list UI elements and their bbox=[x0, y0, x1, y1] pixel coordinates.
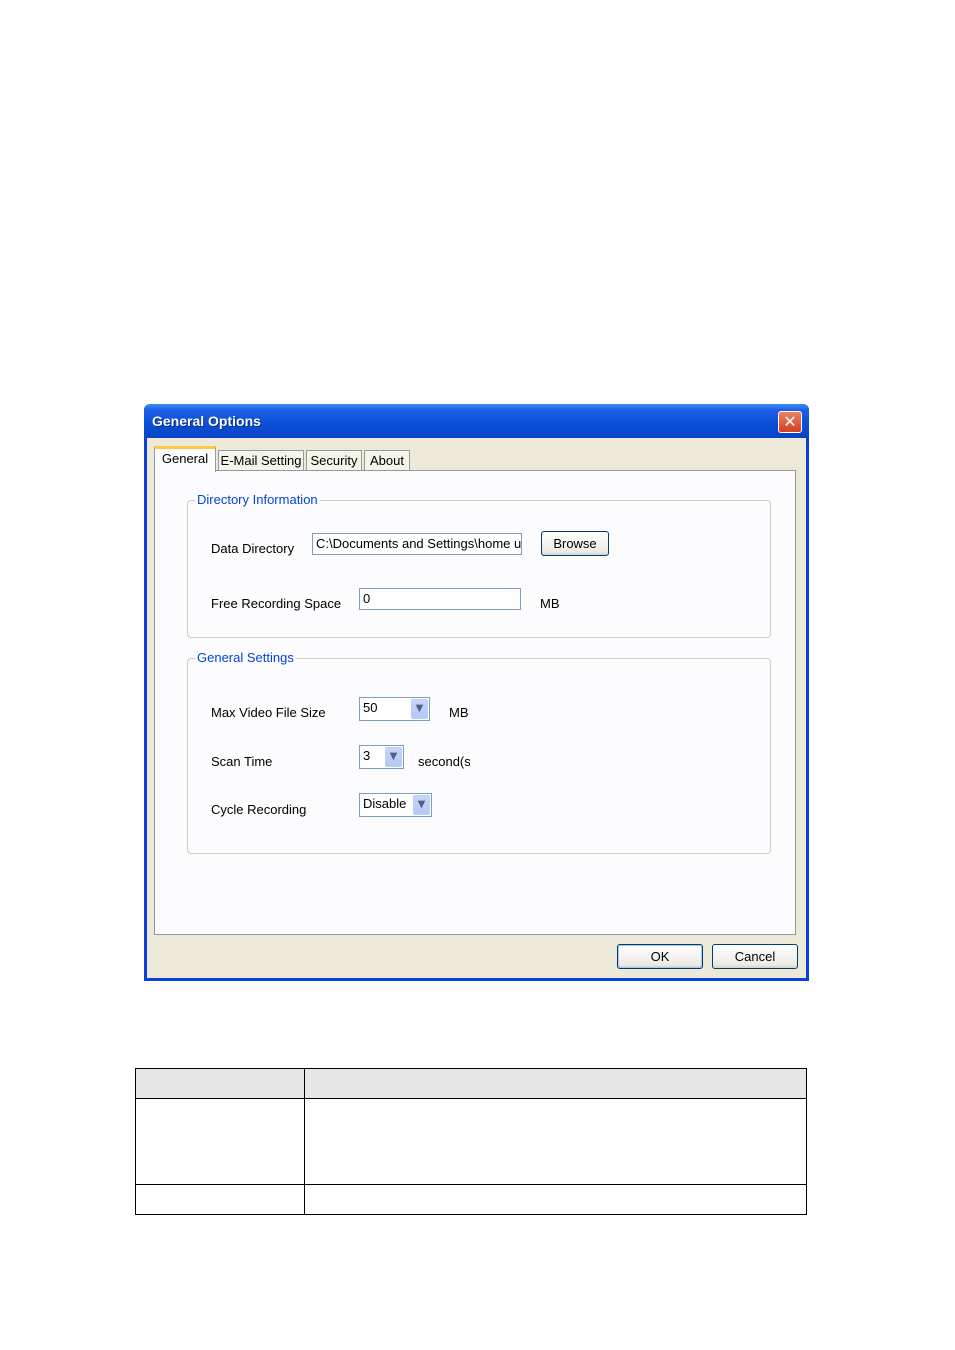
ok-button[interactable]: OK bbox=[617, 944, 703, 969]
directory-information-legend: Directory Information bbox=[195, 492, 320, 507]
general-options-dialog: General Options ✕ General E-Mail Setting… bbox=[144, 404, 809, 981]
max-video-unit: MB bbox=[449, 705, 469, 720]
tab-general[interactable]: General bbox=[154, 446, 216, 472]
free-recording-space-label: Free Recording Space bbox=[211, 596, 342, 611]
chevron-down-icon[interactable]: ▼ bbox=[385, 747, 402, 767]
data-directory-label: Data Directory bbox=[211, 541, 295, 556]
table-cell bbox=[135, 1184, 305, 1215]
table-cell bbox=[135, 1098, 305, 1185]
dialog-client-area: General E-Mail Setting Security About Di… bbox=[147, 438, 806, 978]
scan-time-label: Scan Time bbox=[211, 754, 273, 769]
max-video-file-size-select[interactable]: 50 ▼ bbox=[359, 697, 430, 721]
directory-information-group: Directory Information bbox=[187, 492, 771, 638]
table-header-row bbox=[135, 1068, 807, 1099]
cycle-recording-select[interactable]: Disable ▼ bbox=[359, 793, 432, 817]
max-video-file-size-value: 50 bbox=[363, 700, 378, 715]
general-tab-panel: Directory Information Data Directory C:\… bbox=[154, 470, 796, 935]
free-recording-space-input[interactable]: 0 bbox=[359, 588, 521, 610]
table-header-cell bbox=[135, 1068, 305, 1099]
cycle-recording-value: Disable bbox=[363, 796, 407, 811]
table-cell bbox=[304, 1184, 807, 1215]
data-directory-input[interactable]: C:\Documents and Settings\home u bbox=[312, 533, 522, 555]
free-space-unit: MB bbox=[540, 596, 560, 611]
browse-button[interactable]: Browse bbox=[541, 531, 609, 556]
description-table bbox=[135, 1068, 807, 1215]
tab-security[interactable]: Security bbox=[306, 450, 362, 471]
close-icon: ✕ bbox=[783, 412, 797, 431]
tab-email-setting[interactable]: E-Mail Setting bbox=[218, 450, 304, 471]
title-bar[interactable]: General Options ✕ bbox=[144, 404, 809, 438]
tab-about[interactable]: About bbox=[364, 450, 410, 471]
cycle-recording-label: Cycle Recording bbox=[211, 802, 307, 817]
close-button[interactable]: ✕ bbox=[778, 411, 802, 433]
scan-time-select[interactable]: 3 ▼ bbox=[359, 745, 404, 769]
chevron-down-icon[interactable]: ▼ bbox=[413, 795, 430, 815]
chevron-down-icon[interactable]: ▼ bbox=[411, 699, 428, 719]
general-settings-group: General Settings bbox=[187, 650, 771, 854]
scan-time-unit: second(s) bbox=[418, 754, 470, 769]
table-row bbox=[135, 1098, 807, 1185]
max-video-file-size-label: Max Video File Size bbox=[211, 705, 326, 720]
general-settings-legend: General Settings bbox=[195, 650, 296, 665]
table-row bbox=[135, 1184, 807, 1215]
window-title: General Options bbox=[152, 413, 261, 429]
scan-time-value: 3 bbox=[363, 748, 371, 763]
table-header-cell bbox=[304, 1068, 807, 1099]
table-cell bbox=[304, 1098, 807, 1185]
cancel-button[interactable]: Cancel bbox=[712, 944, 798, 969]
